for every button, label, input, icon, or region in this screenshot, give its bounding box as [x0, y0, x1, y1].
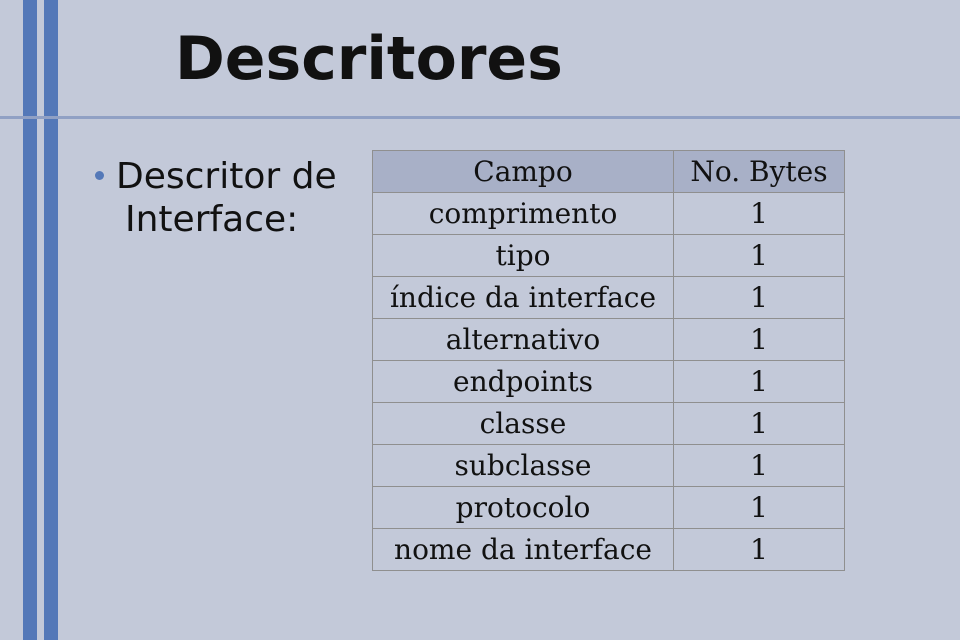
bullet-line1: Descritor de	[116, 156, 337, 197]
bullet-item: Descritor de Interface:	[95, 155, 337, 241]
title-underline	[0, 116, 960, 119]
table-row: classe 1	[373, 403, 845, 445]
table-header-row: Campo No. Bytes	[373, 151, 845, 193]
table-row: endpoints 1	[373, 361, 845, 403]
cell-bytes: 1	[674, 277, 845, 319]
header-field: Campo	[373, 151, 674, 193]
cell-bytes: 1	[674, 361, 845, 403]
cell-field: alternativo	[373, 319, 674, 361]
cell-field: subclasse	[373, 445, 674, 487]
cell-field: endpoints	[373, 361, 674, 403]
cell-field: protocolo	[373, 487, 674, 529]
cell-bytes: 1	[674, 529, 845, 571]
decor-stripe-left-2	[44, 0, 58, 640]
table-row: protocolo 1	[373, 487, 845, 529]
decor-stripe-left-1	[23, 0, 37, 640]
table-row: índice da interface 1	[373, 277, 845, 319]
cell-bytes: 1	[674, 445, 845, 487]
cell-bytes: 1	[674, 235, 845, 277]
table-row: comprimento 1	[373, 193, 845, 235]
descriptor-table: Campo No. Bytes comprimento 1 tipo 1 índ…	[372, 150, 845, 571]
cell-bytes: 1	[674, 193, 845, 235]
table-row: nome da interface 1	[373, 529, 845, 571]
table-row: subclasse 1	[373, 445, 845, 487]
header-bytes: No. Bytes	[674, 151, 845, 193]
table-row: tipo 1	[373, 235, 845, 277]
cell-field: comprimento	[373, 193, 674, 235]
cell-bytes: 1	[674, 319, 845, 361]
cell-field: nome da interface	[373, 529, 674, 571]
cell-field: classe	[373, 403, 674, 445]
cell-bytes: 1	[674, 403, 845, 445]
bullet-dot-icon	[95, 171, 104, 180]
cell-field: tipo	[373, 235, 674, 277]
bullet-line2: Interface:	[125, 198, 337, 241]
table-row: alternativo 1	[373, 319, 845, 361]
slide: Descritores Descritor de Interface: Camp…	[0, 0, 960, 640]
slide-title: Descritores	[175, 24, 563, 94]
cell-field: índice da interface	[373, 277, 674, 319]
cell-bytes: 1	[674, 487, 845, 529]
